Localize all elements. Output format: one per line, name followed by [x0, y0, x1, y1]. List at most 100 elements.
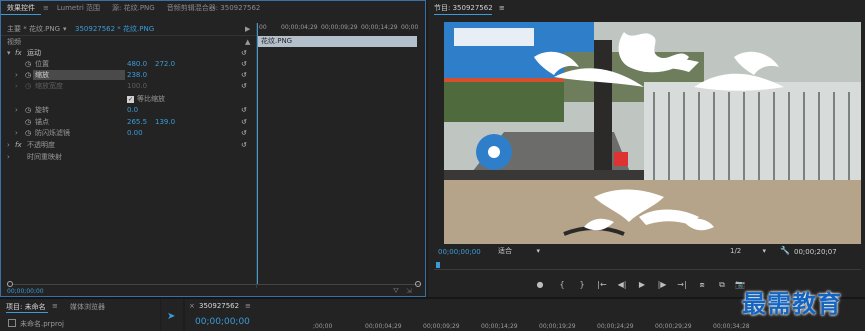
reset-icon[interactable]: ↺ — [241, 105, 247, 116]
go-to-out-icon[interactable]: →| — [676, 280, 688, 289]
fx-icon[interactable]: fx — [15, 48, 22, 59]
stopwatch-icon[interactable]: ◷ — [25, 128, 31, 139]
insert-icon[interactable]: ⧈ — [696, 280, 708, 290]
ruler-label: 00 — [259, 24, 267, 31]
stopwatch-icon[interactable]: ◷ — [25, 70, 31, 81]
reset-icon[interactable]: ↺ — [241, 117, 247, 128]
program-duration: 00;00;20;07 — [794, 248, 837, 256]
video-preview — [444, 22, 861, 244]
tab-audio-clip-mixer[interactable]: 音频剪辑混合器: 350927562 — [161, 1, 267, 15]
chevron-right-icon[interactable]: › — [15, 128, 18, 139]
step-forward-icon[interactable]: |▶ — [656, 280, 668, 289]
program-title[interactable]: 节目: 350927562 ≡ — [434, 3, 505, 13]
ec-bottom-bar: 00;00;00;00 ⛛ ⇲ — [1, 278, 425, 296]
anchor-y-value[interactable]: 139.0 — [155, 117, 175, 128]
tab-sequence[interactable]: 350927562 — [199, 302, 239, 310]
ec-zoom-handle[interactable] — [415, 281, 421, 287]
program-scrub-bar[interactable] — [434, 262, 861, 272]
param-position: ◷ 位置 480.0 272.0 ↺ — [1, 59, 257, 70]
chevron-down-icon[interactable]: ▾ — [7, 48, 11, 59]
timeline-timecode[interactable]: 00;00;00;00 — [195, 317, 250, 327]
anchor-label: 锚点 — [35, 118, 49, 126]
chevron-right-icon[interactable]: › — [15, 81, 18, 92]
reset-icon[interactable]: ↺ — [241, 70, 247, 81]
overwrite-icon[interactable]: ⧉ — [716, 280, 728, 290]
ruler-label: 00;00;04;29 — [281, 24, 318, 31]
scale-value[interactable]: 238.0 — [127, 70, 147, 81]
playhead-marker[interactable] — [436, 262, 440, 268]
stopwatch-icon[interactable]: ◷ — [25, 105, 31, 116]
fx-icon[interactable]: fx — [15, 140, 22, 151]
chevron-right-icon[interactable]: › — [7, 152, 10, 163]
tab-lumetri-scopes[interactable]: Lumetri 范围 — [51, 1, 106, 15]
effect-opacity[interactable]: › fx 不透明度 ↺ — [1, 140, 257, 151]
reset-icon[interactable]: ↺ — [241, 81, 247, 92]
stopwatch-icon[interactable]: ◷ — [25, 81, 31, 92]
ec-playhead[interactable] — [257, 23, 258, 285]
effect-time-remap[interactable]: › 时间重映射 — [1, 152, 257, 163]
marker-icon[interactable]: ● — [534, 280, 546, 289]
filter-icon[interactable]: ⛛ — [393, 287, 399, 296]
program-video-frame[interactable] — [444, 22, 861, 244]
stopwatch-icon[interactable]: ◷ — [25, 59, 31, 70]
collapse-icon[interactable]: ▲ — [245, 37, 250, 48]
tab-media-browser[interactable]: 媒体浏览器 — [70, 302, 105, 312]
tab-source[interactable]: 源: 花纹.PNG — [106, 1, 161, 15]
ruler-label: 00;00;24;29 — [597, 323, 634, 330]
divider — [1, 35, 257, 36]
menu-icon[interactable]: ≡ — [52, 302, 58, 310]
mark-out-icon[interactable]: } — [576, 280, 588, 289]
project-file-name[interactable]: 未命名.prproj — [20, 319, 64, 329]
antiflicker-value[interactable]: 0.00 — [127, 128, 143, 139]
wrench-icon[interactable]: 🔧 — [780, 246, 790, 255]
param-rotation: › ◷ 旋转 0.0 ↺ — [1, 105, 257, 116]
tab-project[interactable]: 项目: 未命名 — [6, 302, 46, 312]
program-monitor-panel: 节目: 350927562 ≡ 00;00;00;00 适合 ▾ 1/2 ▾ 🔧… — [428, 0, 865, 297]
ruler-label: 00;00;14;29 — [361, 24, 398, 31]
play-icon[interactable]: ▶ — [636, 280, 648, 289]
program-timecode[interactable]: 00;00;00;00 — [438, 248, 481, 256]
uniform-scale-checkbox[interactable]: ✓ — [127, 96, 134, 103]
go-to-in-icon[interactable]: |← — [596, 280, 608, 289]
stopwatch-icon[interactable]: ◷ — [25, 117, 31, 128]
expand-icon[interactable]: ▶ — [245, 23, 250, 35]
step-back-icon[interactable]: ◀| — [616, 280, 628, 289]
chevron-right-icon[interactable]: › — [15, 105, 18, 116]
menu-icon[interactable]: ≡ — [499, 4, 505, 12]
ruler-label: 00;00;09;29 — [321, 24, 358, 31]
position-x-value[interactable]: 480.0 — [127, 59, 147, 70]
timeline-ruler[interactable]: ;00;00 00;00;04;29 00;00;09;29 00;00;14;… — [275, 323, 865, 331]
menu-icon[interactable]: ≡ — [245, 302, 251, 310]
menu-icon[interactable]: ≡ — [41, 1, 51, 15]
anchor-x-value[interactable]: 265.5 — [127, 117, 147, 128]
chevron-down-icon: ▾ — [536, 247, 540, 255]
reset-icon[interactable]: ↺ — [241, 59, 247, 70]
chevron-right-icon[interactable]: › — [15, 70, 18, 81]
ec-clip-bar[interactable]: 花纹.PNG — [258, 36, 417, 47]
close-icon[interactable]: × — [189, 302, 195, 310]
chevron-right-icon[interactable]: › — [7, 140, 10, 151]
rotation-value[interactable]: 0.0 — [127, 105, 138, 116]
chevron-down-icon: ▾ — [762, 247, 766, 255]
selection-tool-icon[interactable]: ➤ — [167, 311, 175, 322]
reset-icon[interactable]: ↺ — [241, 140, 247, 151]
ruler-label: 00;00;04;29 — [365, 323, 402, 330]
ec-time-ruler[interactable]: 00 00;00;04;29 00;00;09;29 00;00;14;29 0… — [259, 24, 419, 34]
scale-width-label: 缩放宽度 — [35, 82, 63, 90]
fit-dropdown[interactable]: 适合 ▾ — [498, 246, 540, 256]
position-y-value[interactable]: 272.0 — [155, 59, 175, 70]
mark-in-icon[interactable]: { — [556, 280, 568, 289]
sequence-clip-label[interactable]: 350927562 * 花纹.PNG — [75, 23, 154, 35]
ec-zoom-track[interactable] — [13, 284, 421, 285]
tools-panel: ➤ — [161, 299, 183, 331]
source-clip-label[interactable]: 主要 * 花纹.PNG — [7, 23, 60, 35]
ruler-label: 00;00 — [401, 24, 419, 31]
position-label: 位置 — [35, 60, 49, 68]
ec-timecode[interactable]: 00;00;00;00 — [7, 288, 44, 295]
reset-icon[interactable]: ↺ — [241, 48, 247, 59]
reset-icon[interactable]: ↺ — [241, 128, 247, 139]
tab-effect-controls[interactable]: 效果控件 — [1, 1, 41, 15]
export-icon[interactable]: ⇲ — [406, 287, 412, 295]
resolution-dropdown[interactable]: 1/2 ▾ — [730, 246, 766, 256]
effect-motion[interactable]: ▾ fx 运动 ↺ — [1, 48, 257, 59]
